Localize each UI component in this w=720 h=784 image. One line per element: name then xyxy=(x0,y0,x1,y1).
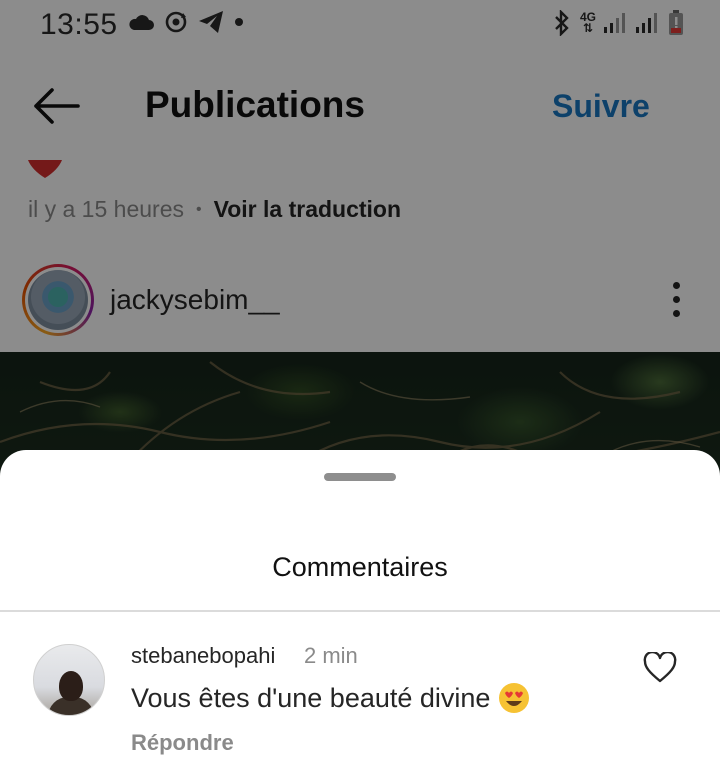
comment-text: Vous êtes d'une beauté divine xyxy=(131,682,491,713)
comment-username[interactable]: stebanebopahi xyxy=(131,643,275,669)
reply-button[interactable]: Répondre xyxy=(131,730,234,756)
avatar[interactable] xyxy=(33,644,105,716)
heart-eyes-emoji-icon xyxy=(499,683,530,713)
drag-handle[interactable] xyxy=(324,473,396,481)
heart-outline-icon[interactable] xyxy=(643,652,677,684)
comments-sheet: Commentaires stebanebopahi 2 min Vous êt… xyxy=(0,450,720,784)
comment-item: stebanebopahi 2 min Vous êtes d'une beau… xyxy=(0,612,720,784)
comment-time: 2 min xyxy=(304,643,358,668)
sheet-title: Commentaires xyxy=(272,552,448,582)
comment-text-row: Vous êtes d'une beauté divine xyxy=(131,682,530,714)
